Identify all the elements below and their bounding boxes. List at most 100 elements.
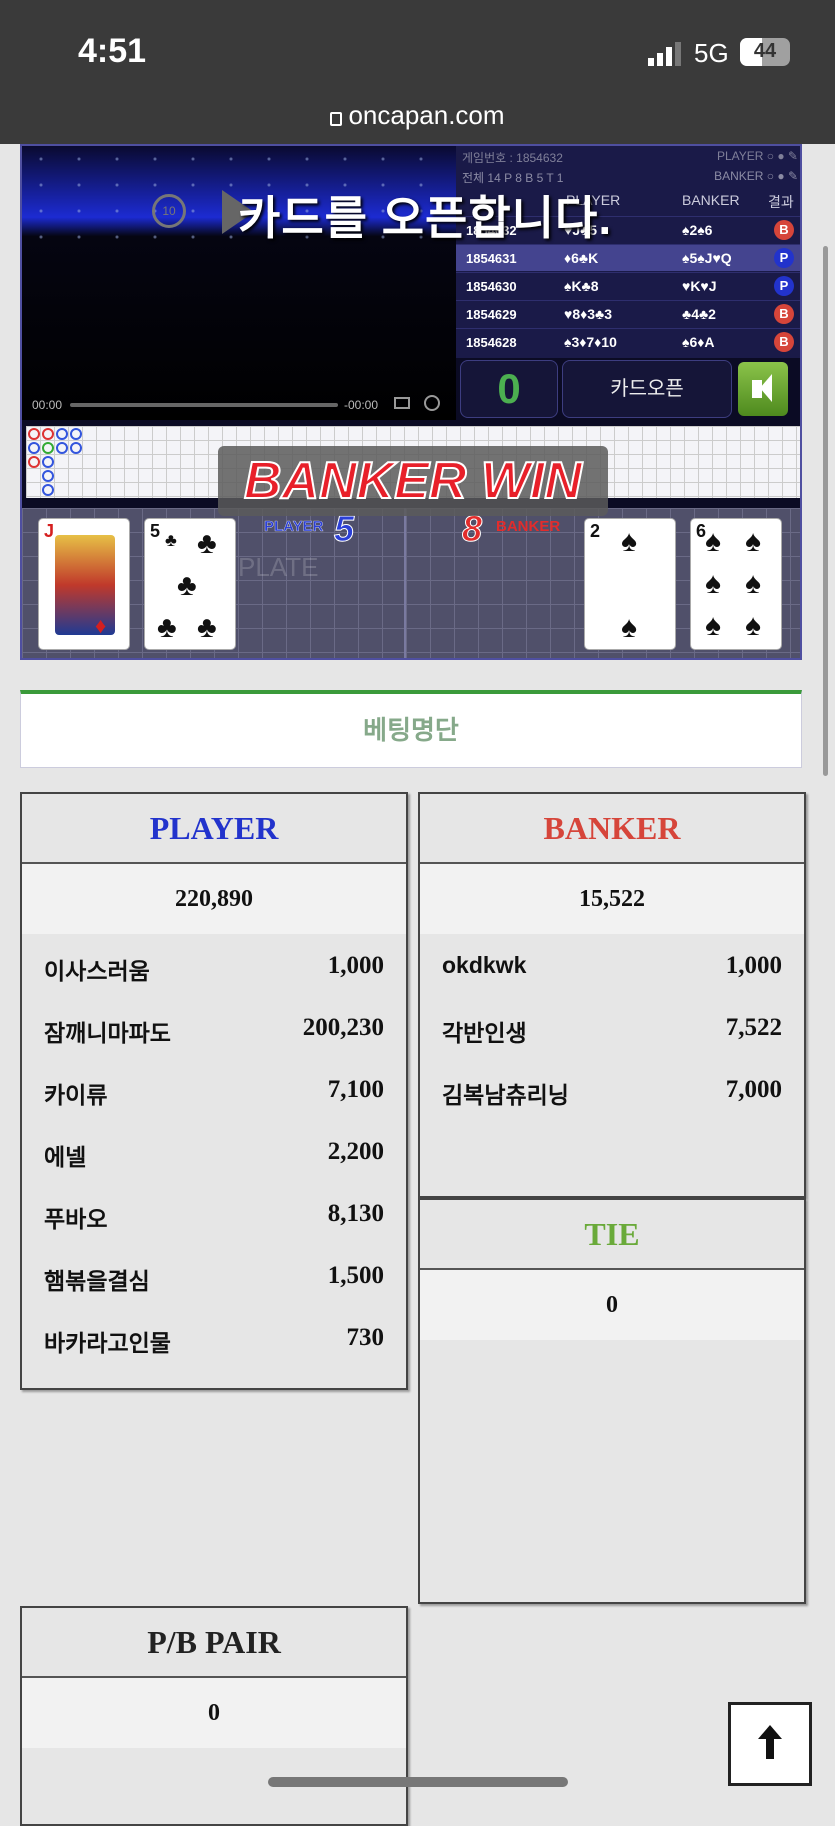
bettor-name: 김복남츄리닝	[442, 1082, 569, 1108]
history-banker-cards: ♥K♥J	[682, 278, 717, 294]
banker-card-1: 2 ♠ ♠	[584, 518, 676, 650]
bettor-name: 각반인생	[442, 1020, 527, 1046]
baccarat-game: 10 00:00 -00:00 게임번호 : 1854632 PLAYER ○ …	[20, 144, 802, 660]
bettor-name: 잠깨니마파도	[44, 1020, 171, 1046]
more-options-icon[interactable]	[424, 395, 440, 411]
arrow-up-icon	[758, 1725, 782, 1759]
bet-row: 햄볶을결심 1,500	[22, 1244, 406, 1306]
bet-row: 바카라고인물 730	[22, 1306, 406, 1368]
plate-watermark: PLATE	[238, 552, 319, 582]
network-type: 5G	[694, 38, 729, 68]
history-game-number: 1854631	[466, 251, 517, 266]
scrollbar[interactable]	[823, 246, 828, 776]
bet-row: okdkwk 1,000	[420, 934, 804, 996]
bet-row: 잠깨니마파도 200,230	[22, 996, 406, 1058]
home-indicator[interactable]	[268, 1777, 568, 1787]
bettor-name: 카이류	[44, 1082, 108, 1108]
history-result-badge: P	[774, 276, 794, 296]
countdown-counter: 0	[460, 360, 558, 418]
bet-amount: 1,500	[327, 1262, 384, 1289]
history-player-cards: ♦6♣K	[564, 250, 599, 266]
history-banker-cards: ♣4♣2	[682, 306, 716, 322]
address-bar[interactable]: oncapan.com	[0, 100, 835, 131]
banker-bets-title: BANKER	[420, 794, 804, 864]
bet-amount: 7,100	[327, 1076, 384, 1103]
card-table: PLATE J ♦ 5 ♣ ♣ ♣ ♣ ♣ PLAYER 5 8 BANKER …	[22, 508, 800, 658]
bet-amount: 1,000	[327, 952, 384, 979]
history-result-badge: B	[774, 304, 794, 324]
player-bets-title: PLAYER	[22, 794, 406, 864]
pair-bets-title: P/B PAIR	[22, 1608, 406, 1678]
pair-bets-total: 0	[22, 1678, 406, 1748]
banker-label: BANKER	[496, 518, 561, 535]
airplay-icon[interactable]	[394, 397, 410, 409]
bet-row: 푸바오 8,130	[22, 1182, 406, 1244]
history-row: 1854630 ♠K♣8 ♥K♥J P	[456, 272, 800, 299]
open-cards-button[interactable]: 카드오픈	[562, 360, 732, 418]
tie-bets-box: TIE 0	[418, 1198, 806, 1604]
history-row: 1854631 ♦6♣K ♠5♠J♥Q P	[456, 244, 800, 271]
history-game-number: 1854630	[466, 279, 517, 294]
bet-row: 카이류 7,100	[22, 1058, 406, 1120]
history-banker-cards: ♠5♠J♥Q	[682, 250, 732, 266]
history-row: 1854629 ♥8♦3♣3 ♣4♣2 B	[456, 300, 800, 327]
signal-icon	[648, 42, 681, 66]
sound-toggle-icon[interactable]	[738, 362, 788, 416]
clock: 4:51	[78, 32, 147, 70]
player-card-1: J ♦	[38, 518, 130, 650]
bettor-name: okdkwk	[442, 952, 527, 978]
history-result-badge: B	[774, 220, 794, 240]
history-result-badge: B	[774, 332, 794, 352]
player-bets-box: PLAYER 220,890 이사스러움 1,000 잠깨니마파도 200,230 카이…	[20, 792, 408, 1390]
history-player-cards: ♥8♦3♣3	[564, 306, 613, 322]
bet-amount: 7,000	[725, 1076, 782, 1103]
banker-bets-total: 15,522	[420, 864, 804, 934]
bettor-name: 푸바오	[44, 1206, 108, 1232]
bettor-name: 이사스러움	[44, 958, 150, 984]
history-game-number: 1854628	[466, 335, 517, 350]
bettor-name: 바카라고인물	[44, 1330, 171, 1356]
lock-icon	[330, 112, 343, 126]
tie-bets-title: TIE	[420, 1200, 804, 1270]
player-label: PLAYER	[264, 518, 324, 535]
scroll-to-top-button[interactable]	[728, 1702, 812, 1786]
history-result-badge: P	[774, 248, 794, 268]
bet-amount: 200,230	[302, 1014, 384, 1041]
game-history-panel: 게임번호 : 1854632 PLAYER ○ ● ✎ 전체 14 P 8 B …	[456, 146, 800, 358]
bet-amount: 2,200	[327, 1138, 384, 1165]
history-header: 게임번호 : 1854632 PLAYER ○ ● ✎	[462, 149, 798, 165]
player-card-2: 5 ♣ ♣ ♣ ♣ ♣	[144, 518, 236, 650]
bettor-name: 햄볶을결심	[44, 1268, 150, 1294]
history-game-number: 1854629	[466, 307, 517, 322]
history-player-cards: ♠K♣8	[564, 278, 599, 294]
battery-level: 44	[753, 40, 777, 62]
banker-bets-box: BANKER 15,522 okdkwk 1,000 각반인생 7,522 김복남츄리닝…	[418, 792, 806, 1198]
history-row: 1854628 ♠3♦7♦10 ♠6♦A B	[456, 328, 800, 355]
url-text: oncapan.com	[348, 100, 505, 130]
replay-10-icon[interactable]: 10	[152, 194, 186, 228]
bet-amount: 1,000	[725, 952, 782, 979]
banker-card-2: 6 ♠ ♠ ♠ ♠ ♠ ♠	[690, 518, 782, 650]
video-remaining: -00:00	[344, 398, 379, 412]
history-banker-cards: ♠2♠6	[682, 222, 713, 238]
bettor-name: 에넬	[44, 1144, 87, 1170]
result-banner: BANKER WIN	[218, 446, 608, 516]
bet-row: 각반인생 7,522	[420, 996, 804, 1058]
bet-row: 이사스러움 1,000	[22, 934, 406, 996]
betting-list-header: 베팅명단	[20, 690, 802, 768]
bet-amount: 730	[346, 1324, 385, 1351]
bet-row: 김복남츄리닝 7,000	[420, 1058, 804, 1120]
status-bar: 4:51 5G 44 oncapan.com	[0, 0, 835, 144]
video-scrubber[interactable]	[70, 403, 338, 407]
history-player-cards: ♠3♦7♦10	[564, 334, 617, 350]
overlay-message: 카드를 오픈합니다.	[238, 192, 613, 244]
bet-amount: 7,522	[725, 1014, 782, 1041]
pair-bets-box: P/B PAIR 0	[20, 1606, 408, 1826]
tie-bets-total: 0	[420, 1270, 804, 1340]
bet-amount: 8,130	[327, 1200, 384, 1227]
video-elapsed: 00:00	[32, 398, 63, 412]
bet-row: 에넬 2,200	[22, 1120, 406, 1182]
battery-icon: 44	[740, 38, 790, 66]
history-banker-cards: ♠6♦A	[682, 334, 715, 350]
player-bets-total: 220,890	[22, 864, 406, 934]
